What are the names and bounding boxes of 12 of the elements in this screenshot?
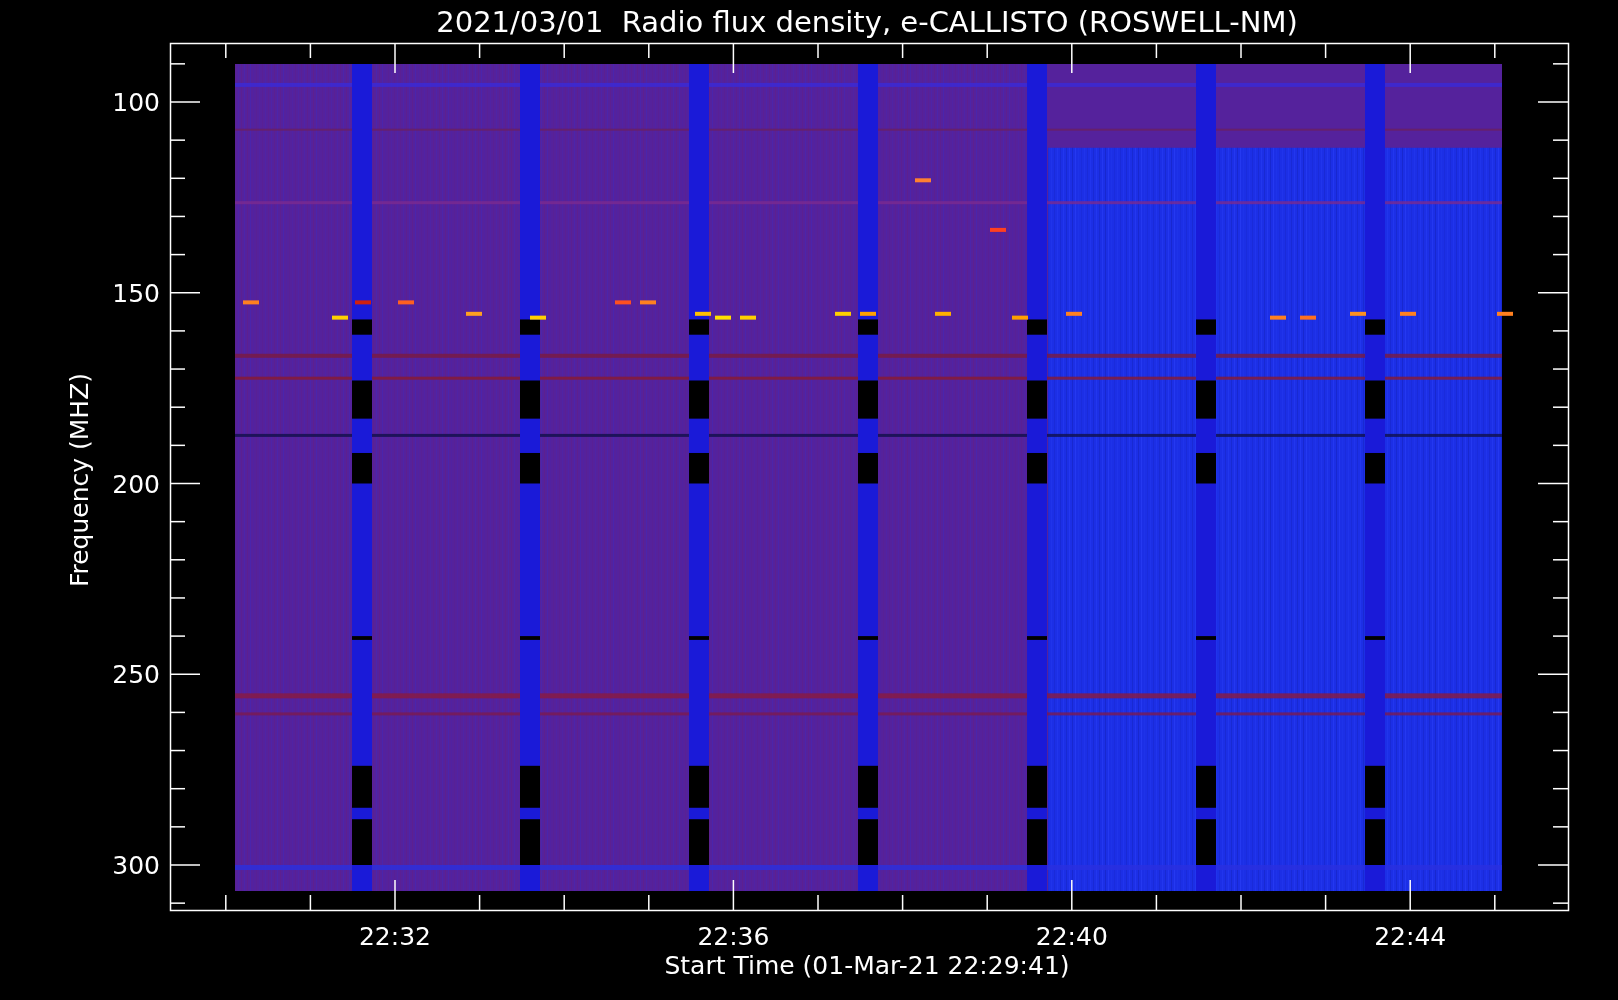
axis-label: Start Time (01-Mar-21 22:29:41) — [664, 951, 1070, 980]
tick-label: 150 — [112, 278, 160, 308]
tick-label: 300 — [112, 851, 160, 880]
tick-label: 250 — [112, 660, 160, 690]
tick-label: 100 — [112, 88, 160, 117]
tick-label: 22:36 — [697, 922, 770, 951]
tick-label: 22:44 — [1374, 922, 1447, 951]
axis-label: Frequency (MHZ) — [65, 372, 94, 588]
tick-label: 22:40 — [1035, 922, 1108, 951]
plot-title: 2021/03/01 Radio flux density, e-CALLISTO (ROSWELL-NM) — [436, 5, 1298, 39]
tick-label: 22:32 — [359, 922, 431, 951]
tick-label: 200 — [112, 469, 160, 499]
